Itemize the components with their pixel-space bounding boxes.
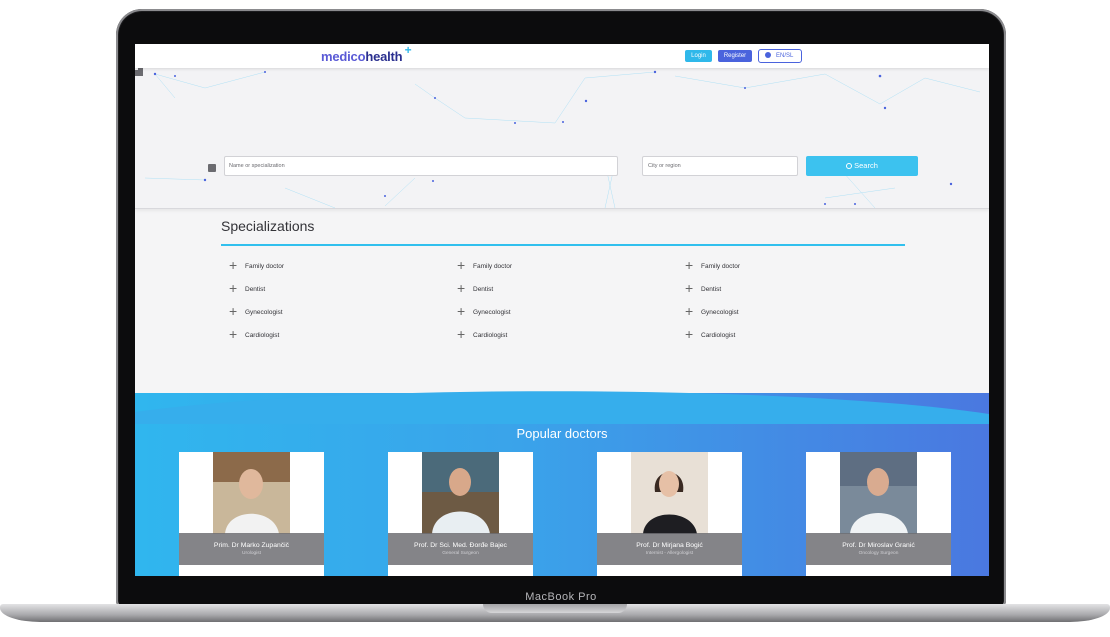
- specialization-item[interactable]: + Family doctor: [229, 257, 429, 283]
- specializations-column: + Family doctor + Dentist + Gynecologist + C…: [229, 257, 429, 352]
- specialization-label: Cardiologist: [701, 332, 736, 339]
- plus-icon: +: [457, 326, 466, 342]
- network-background: [144, 70, 981, 209]
- doctor-card[interactable]: Prof. Dr Mirjana Bogić Internist - Aller…: [597, 452, 742, 576]
- specializations-divider: [221, 244, 905, 246]
- doctor-photo: [631, 452, 708, 534]
- specialization-item[interactable]: + Cardiologist: [229, 326, 429, 352]
- specialization-label: Cardiologist: [473, 332, 508, 339]
- plus-icon: +: [685, 280, 694, 296]
- doctor-caption: Prof. Dr Miroslav Granić Oncology Surgeo…: [806, 533, 951, 565]
- doctor-specialty: Internist - Allergologist: [645, 551, 694, 556]
- language-label: EN/SL: [776, 53, 794, 59]
- globe-icon: [765, 52, 771, 58]
- plus-icon: +: [685, 303, 694, 319]
- doctor-photo: [422, 452, 499, 534]
- specialization-label: Gynecologist: [701, 309, 739, 316]
- specializations-column: + Family doctor + Dentist + Gynecologist + C…: [457, 257, 657, 352]
- register-button[interactable]: Register: [718, 50, 752, 62]
- specialization-label: Cardiologist: [245, 332, 280, 339]
- specialization-item[interactable]: + Cardiologist: [685, 326, 885, 352]
- specialization-label: Family doctor: [701, 263, 741, 270]
- plus-icon: +: [457, 257, 466, 273]
- specialization-label: Dentist: [245, 286, 266, 293]
- logo-part1: medico: [321, 49, 366, 64]
- doctor-caption: Prof. Dr Mirjana Bogić Internist - Aller…: [597, 533, 742, 565]
- doctor-caption: Prof. Dr Sci. Med. Đorđe Bajec General S…: [388, 533, 533, 565]
- logo-plus-icon: +: [404, 44, 412, 57]
- specialization-item[interactable]: + Gynecologist: [229, 303, 429, 329]
- plus-icon: +: [457, 280, 466, 296]
- specialization-item[interactable]: + Family doctor: [685, 257, 885, 283]
- specialization-item[interactable]: + Gynecologist: [457, 303, 657, 329]
- plus-icon: +: [229, 303, 238, 319]
- specialization-item[interactable]: + Dentist: [685, 280, 885, 306]
- doctor-name: Prof. Dr Mirjana Bogić: [636, 542, 703, 549]
- specialization-label: Dentist: [701, 286, 722, 293]
- name-search-input[interactable]: Name or specialization: [224, 156, 618, 176]
- doctor-photo: [213, 452, 290, 534]
- plus-icon: +: [229, 280, 238, 296]
- laptop-model-label: MacBook Pro: [525, 591, 597, 603]
- specializations-title: Specializations: [221, 218, 315, 234]
- search-hero: Name or specialization City or region Se…: [135, 68, 989, 209]
- doctor-photo: [840, 452, 917, 534]
- search-button-label: Search: [854, 161, 878, 170]
- city-search-input[interactable]: City or region: [642, 156, 798, 176]
- laptop-notch: [483, 604, 627, 613]
- plus-icon: +: [229, 326, 238, 342]
- plus-icon: +: [685, 257, 694, 273]
- doctor-name: Prof. Dr Sci. Med. Đorđe Bajec: [414, 542, 507, 549]
- doctor-card[interactable]: Prof. Dr Miroslav Granić Oncology Surgeo…: [806, 452, 951, 576]
- doctor-card[interactable]: Prof. Dr Sci. Med. Đorđe Bajec General S…: [388, 452, 533, 576]
- doctor-card[interactable]: Prim. Dr Marko Zupančič Urologist: [179, 452, 324, 576]
- specialization-item[interactable]: + Family doctor: [457, 257, 657, 283]
- login-button[interactable]: Login: [685, 50, 712, 62]
- logo-part2: health: [365, 49, 403, 64]
- doctor-name: Prof. Dr Miroslav Granić: [842, 542, 915, 549]
- specialization-label: Family doctor: [245, 263, 285, 270]
- search-button[interactable]: Search: [806, 156, 918, 176]
- doctor-caption: Prim. Dr Marko Zupančič Urologist: [179, 533, 324, 565]
- person-icon: [208, 164, 216, 172]
- specialization-label: Dentist: [473, 286, 494, 293]
- plus-icon: +: [229, 257, 238, 273]
- specialization-item[interactable]: + Dentist: [457, 280, 657, 306]
- language-button[interactable]: EN/SL: [758, 49, 802, 63]
- plus-icon: +: [685, 326, 694, 342]
- logo[interactable]: medicohealth +: [321, 44, 412, 64]
- specialization-label: Gynecologist: [245, 309, 283, 316]
- website-screen: medicohealth + Login Register EN/SL Name…: [135, 44, 989, 576]
- building-icon: [135, 68, 143, 76]
- doctor-specialty: Oncology Surgeon: [858, 551, 899, 556]
- site-header: medicohealth + Login Register EN/SL: [135, 44, 989, 68]
- specializations-column: + Family doctor + Dentist + Gynecologist + C…: [685, 257, 885, 352]
- specialization-label: Gynecologist: [473, 309, 511, 316]
- search-icon: [846, 163, 853, 169]
- specialization-item[interactable]: + Dentist: [229, 280, 429, 306]
- doctor-name: Prim. Dr Marko Zupančič: [213, 542, 290, 549]
- plus-icon: +: [457, 303, 466, 319]
- section-wave: [135, 391, 989, 424]
- doctor-specialty: Urologist: [242, 551, 261, 556]
- popular-doctors-title: Popular doctors: [516, 426, 608, 441]
- specialization-label: Family doctor: [473, 263, 513, 270]
- doctor-specialty: General Surgeon: [442, 551, 479, 556]
- specialization-item[interactable]: + Gynecologist: [685, 303, 885, 329]
- specialization-item[interactable]: + Cardiologist: [457, 326, 657, 352]
